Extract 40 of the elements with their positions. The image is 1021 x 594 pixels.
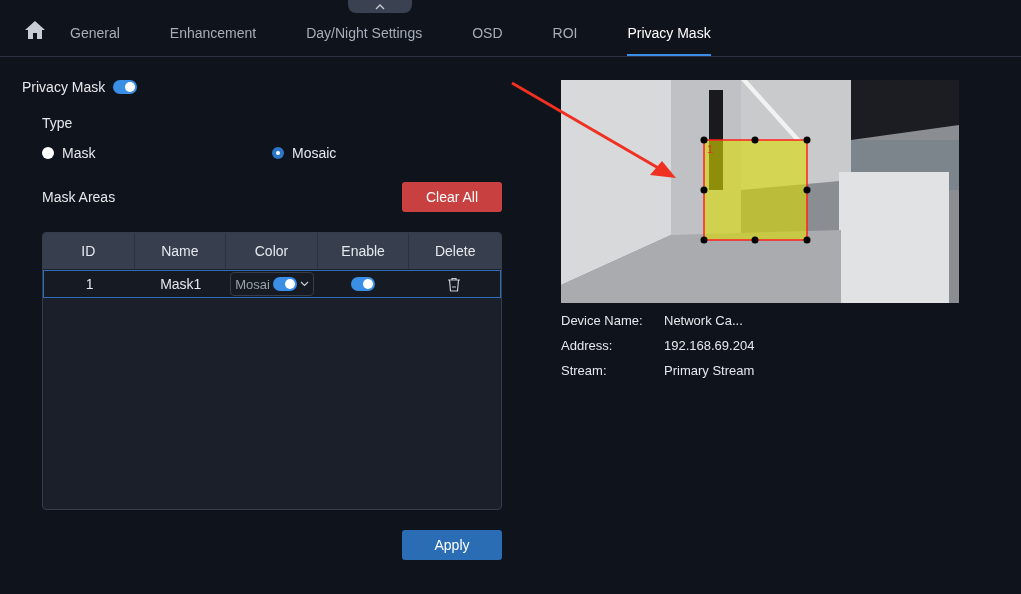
trash-icon[interactable] (447, 276, 462, 292)
mask-area[interactable] (700, 136, 811, 244)
column-header: Enable (317, 233, 410, 269)
info-value: 192.168.69.204 (664, 338, 755, 353)
radio-label: Mosaic (292, 145, 337, 161)
privacy-mask-label: Privacy Mask (22, 79, 106, 95)
clear-all-button[interactable]: Clear All (402, 182, 502, 212)
color-toggle[interactable] (272, 277, 297, 291)
settings-tab[interactable]: Day/Night Settings (306, 16, 423, 56)
column-header: ID (43, 233, 135, 269)
info-label: Stream: (561, 363, 608, 378)
column-header: Delete (433, 242, 477, 261)
settings-tab[interactable]: General (70, 16, 120, 56)
table-cell: 1 (85, 276, 94, 292)
enable-toggle[interactable] (351, 277, 376, 291)
column-header: Color (226, 233, 318, 269)
table-row[interactable]: 1 Mask1 Mosai (43, 270, 501, 298)
info-label: Address: (561, 338, 614, 353)
table-cell: Mask1 (160, 276, 202, 292)
info-label: Device Name: (561, 313, 644, 328)
settings-tab[interactable]: ROI (552, 16, 578, 56)
collapse-handle[interactable] (348, 0, 412, 13)
type-label: Type (42, 115, 73, 131)
mask-number: 1 (707, 144, 714, 155)
column-header: Name (134, 233, 227, 269)
settings-tab[interactable]: Privacy Mask (627, 16, 711, 56)
home-icon[interactable] (24, 20, 46, 40)
caret-icon (299, 281, 309, 287)
apply-button[interactable]: Apply (402, 530, 502, 560)
mask-areas-label: Mask Areas (42, 189, 116, 205)
settings-tab[interactable]: Enhancement (169, 16, 257, 56)
settings-tab[interactable]: OSD (472, 16, 503, 56)
info-value: Network Ca... (664, 313, 743, 328)
info-value: Primary Stream (664, 363, 755, 378)
chevron-up-icon (375, 3, 385, 10)
radio-label: Mask (62, 145, 96, 161)
privacy-mask-toggle[interactable] (113, 80, 138, 94)
color-dropdown[interactable]: Mosai (230, 272, 314, 296)
radio-button[interactable] (272, 147, 284, 159)
radio-button[interactable] (42, 147, 54, 159)
